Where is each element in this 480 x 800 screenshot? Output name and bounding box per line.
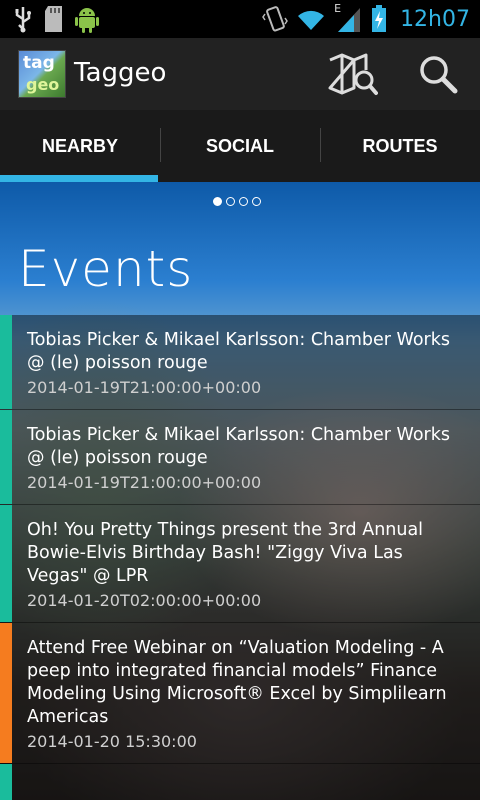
logo-text-top: tag (23, 53, 55, 73)
app-logo[interactable]: tag geo (18, 50, 66, 98)
action-bar: tag geo Taggeo (0, 38, 480, 110)
wifi-icon (298, 10, 325, 30)
event-date: 2014-01-19T21:00:00+00:00 (27, 378, 262, 397)
tab-nearby[interactable]: NEARBY (0, 110, 160, 182)
event-color-strip (0, 410, 12, 504)
tab-routes[interactable]: ROUTES (320, 110, 480, 182)
event-date: 2014-01-20T02:00:00+00:00 (27, 591, 262, 610)
event-title: Tobias Picker & Mikael Karlsson: Chamber… (27, 425, 450, 468)
logo-text-bottom: geo (26, 75, 60, 94)
event-title: Tobias Picker & Mikael Karlsson: Chamber… (27, 330, 450, 373)
event-item[interactable]: Tobias Picker & Mikael Karlsson: Chamber… (0, 410, 480, 505)
search-icon[interactable] (416, 52, 460, 96)
usb-icon (15, 7, 31, 33)
event-title: Oh! You Pretty Things present the 3rd An… (27, 520, 424, 586)
event-item[interactable]: Attend Free Webinar on “Valuation Modeli… (0, 623, 480, 764)
status-clock: 12h07 (400, 6, 470, 32)
vibrate-icon (262, 6, 288, 32)
event-item[interactable]: Oh! You Pretty Things present the 3rd An… (0, 505, 480, 623)
page-dot (213, 197, 222, 206)
event-color-strip (0, 623, 12, 763)
page-dot (239, 197, 248, 206)
page-dot (252, 197, 261, 206)
tab-indicator (0, 175, 158, 182)
event-date: 2014-01-20 15:30:00 (27, 732, 197, 751)
event-color-strip (0, 315, 12, 409)
sd-card-icon (45, 6, 62, 32)
section-title: Events (18, 240, 194, 298)
app-title: Taggeo (74, 58, 167, 88)
page-indicator (213, 197, 261, 206)
content-area[interactable]: Events Tobias Picker & Mikael Karlsson: … (0, 182, 480, 800)
event-item[interactable] (0, 764, 480, 800)
event-list: Tobias Picker & Mikael Karlsson: Chamber… (0, 315, 480, 800)
event-color-strip (0, 505, 12, 622)
map-search-icon[interactable] (326, 52, 378, 96)
event-date: 2014-01-19T21:00:00+00:00 (27, 473, 262, 492)
event-title: Attend Free Webinar on “Valuation Modeli… (27, 638, 447, 727)
tab-social[interactable]: SOCIAL (160, 110, 320, 182)
event-color-strip (0, 764, 12, 800)
android-icon (75, 8, 99, 33)
event-item[interactable]: Tobias Picker & Mikael Karlsson: Chamber… (0, 315, 480, 410)
page-dot (226, 197, 235, 206)
status-bar: E 12h07 (0, 0, 480, 38)
signal-icon: E (334, 2, 362, 34)
tab-bar: NEARBY SOCIAL ROUTES (0, 110, 480, 182)
battery-charging-icon (372, 5, 387, 32)
